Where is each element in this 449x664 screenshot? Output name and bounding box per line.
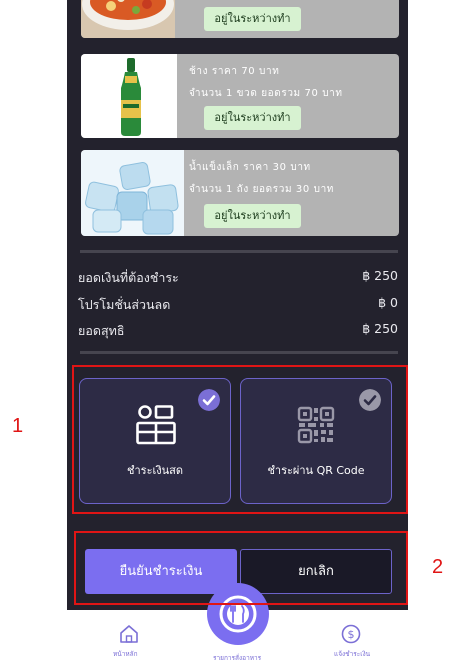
dollar-circle-icon[interactable]: $ [341,624,361,644]
order-status-badge: อยู่ในระหว่างทำ [204,7,301,31]
soup-bowl-image [81,0,175,38]
order-card: น้ำแข็งเล็ก ราคา 30 บาท จำนวน 1 ถัง ยอดร… [81,150,399,236]
divider [80,250,398,253]
summary-net-value: ฿ 250 [362,321,398,336]
nav-payment-label[interactable]: แจ้งชำระเงิน [334,649,370,659]
summary-discount-label: โปรโมชั่นส่วนลด [78,297,171,312]
order-status-badge: อยู่ในระหว่างทำ [204,204,301,228]
svg-text:$: $ [348,628,355,641]
order-item-title: น้ำแข็งเล็ก ราคา 30 บาท [189,162,311,173]
callout-number-2: 2 [432,556,444,578]
divider [80,351,398,354]
home-icon[interactable] [119,624,139,644]
summary-net-label: ยอดสุทธิ [78,323,125,338]
summary-total-value: ฿ 250 [362,268,398,283]
nav-orders-label[interactable]: รายการสั่งอาหาร [213,653,261,663]
beer-bottle-image [81,54,177,138]
ice-cubes-image [81,150,184,236]
order-card: ช้าง ราคา 70 บาท จำนวน 1 ขวด ยอดรวม 70 บ… [81,54,399,138]
callout-box-2 [74,531,408,605]
order-item-detail: จำนวน 1 ขวด ยอดรวม 70 บาท [189,88,343,99]
callout-box-1 [72,365,408,514]
summary-discount-value: ฿ 0 [378,295,398,310]
order-item-title: ช้าง ราคา 70 บาท [189,66,280,77]
phone-screen: อยู่ในระหว่างทำ ช้าง ราคา 70 บาท จำนวน 1… [67,0,408,610]
order-item-detail: จำนวน 1 ถัง ยอดรวม 30 บาท [189,184,334,195]
callout-number-1: 1 [12,415,24,437]
order-card: อยู่ในระหว่างทำ [81,0,399,38]
summary-total-label: ยอดเงินที่ต้องชำระ [78,270,179,285]
nav-home-label[interactable]: หน้าหลัก [113,649,138,659]
order-status-badge: อยู่ในระหว่างทำ [204,106,301,130]
